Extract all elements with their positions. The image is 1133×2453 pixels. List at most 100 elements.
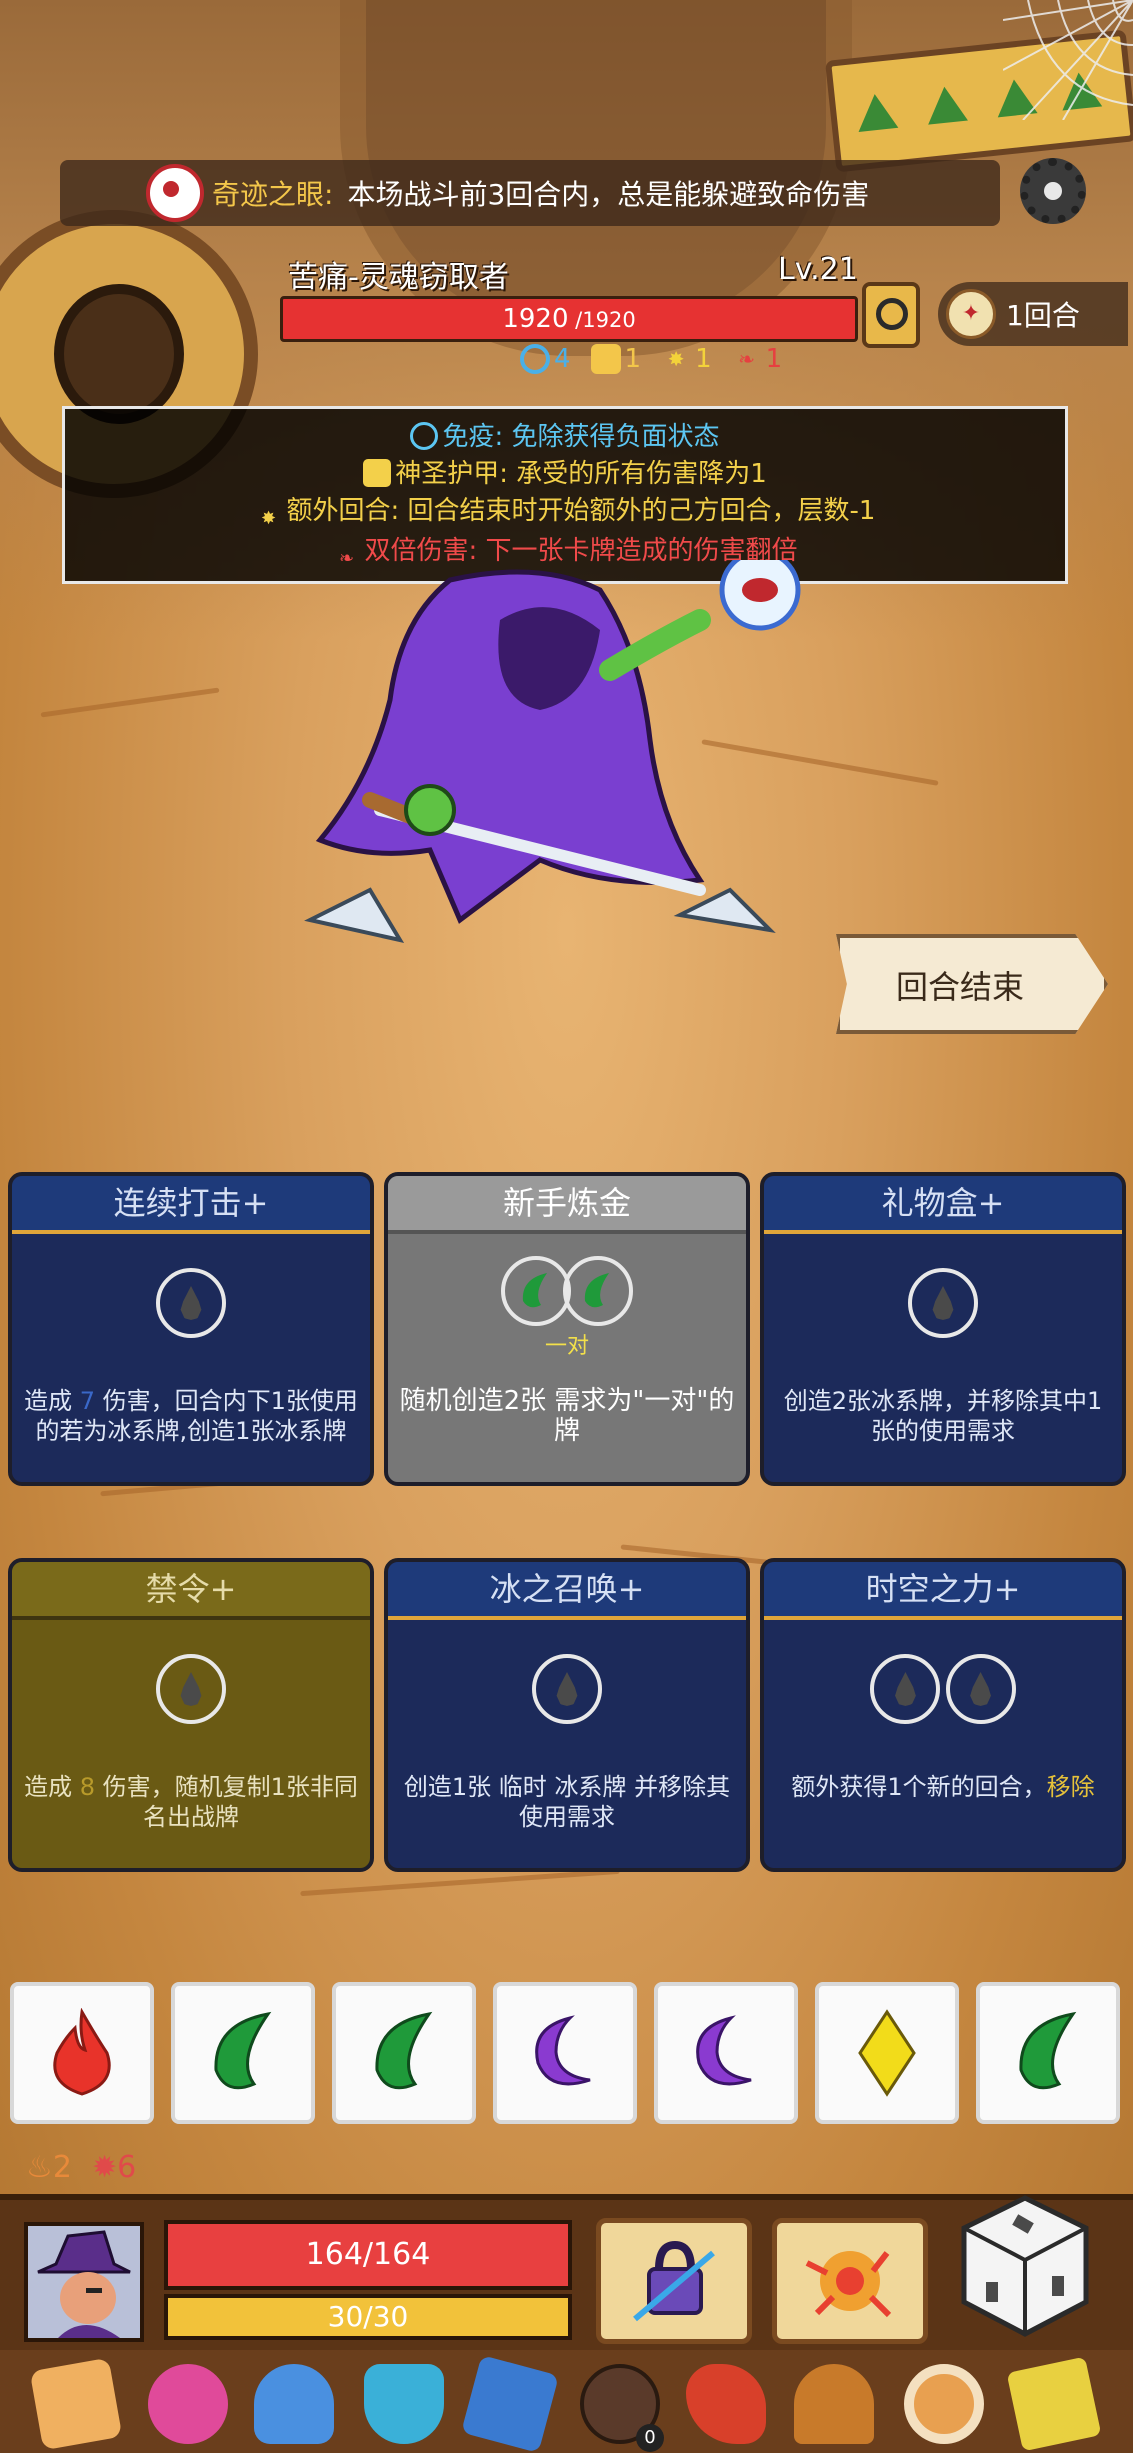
card-novice-alchemy[interactable]: 新手炼金 一对 随机创造2张 需求为"一对"的牌 (384, 1172, 750, 1486)
die-diamond[interactable] (815, 1982, 959, 2124)
flame-relic-icon[interactable] (794, 2364, 874, 2444)
status-line-extra-turn: ✸ 额外回合: 回合结束时开始额外的己方回合，层数-1 (65, 493, 1065, 533)
turn-counter: ✦ 1回合 (938, 282, 1128, 346)
water-drop-icon (180, 1286, 202, 1320)
card-prohibition[interactable]: 禁令+ 造成 8 伤害，随机复制1张非同名出战牌 (8, 1558, 374, 1872)
roll-dice-button[interactable] (956, 2192, 1094, 2340)
soul-thief-wizard-sprite[interactable] (280, 560, 820, 960)
ring-relic-icon[interactable] (904, 2364, 984, 2444)
miracle-eye-icon (146, 164, 204, 222)
card-spacetime-power[interactable]: 时空之力+ 额外获得1个新的回合，移除 (760, 1558, 1126, 1872)
leaf-gem-icon (375, 2011, 433, 2090)
resource-counters: ♨2 ✹6 (26, 2150, 136, 2185)
die-leaf[interactable] (976, 1982, 1120, 2124)
player-mana-bar: 30/30 (164, 2294, 572, 2340)
enemy-level: Lv.21 (778, 252, 858, 287)
card-title: 礼物盒+ (764, 1176, 1122, 1234)
fire-counter-icon: ♨ (26, 2150, 53, 2185)
holy-armor-icon (590, 344, 621, 374)
reroll-burst-button[interactable] (772, 2218, 928, 2344)
button-relic-icon[interactable]: 0 (580, 2364, 664, 2452)
lock-icon (633, 2240, 715, 2322)
pair-label: 一对 (544, 1334, 589, 1359)
card-description: 额外获得1个新的回合，移除 (791, 1773, 1095, 1801)
dice-slot[interactable] (156, 1268, 226, 1338)
pizza-dice-relic-icon[interactable] (29, 2357, 123, 2451)
card-title: 时空之力+ (764, 1562, 1122, 1620)
dice-slot[interactable] (156, 1654, 226, 1724)
lock-dice-button[interactable] (596, 2218, 752, 2344)
extra-turn-icon: ✸ (260, 508, 277, 529)
relic-banner: 奇迹之眼: 本场战斗前3回合内，总是能躲避致命伤害 (60, 160, 1000, 226)
status-extra-turn[interactable]: ✸ 1 (661, 344, 712, 374)
card-ice-summon[interactable]: 冰之召唤+ 创造1张 临时 冰系牌 并移除其使用需求 (384, 1558, 750, 1872)
card-combo-strike[interactable]: 连续打击+ 造成 7 伤害，回合内下1张使用的若为冰系牌,创造1张冰系牌 (8, 1172, 374, 1486)
relic-description: 本场战斗前3回合内，总是能躲避致命伤害 (347, 178, 870, 211)
cobweb-icon (1003, 0, 1133, 120)
blue-shield-relic-icon[interactable] (364, 2364, 444, 2444)
dice-slot[interactable] (870, 1654, 941, 1724)
card-title: 连续打击+ (12, 1176, 370, 1234)
water-drop-icon (895, 1672, 916, 1706)
end-turn-button[interactable]: 回合结束 (836, 934, 1108, 1034)
status-tooltip-panel: 免疫: 免除获得负面状态 神圣护甲: 承受的所有伤害降为1 ✸ 额外回合: 回合结… (62, 406, 1068, 584)
double-damage-icon: ❧ (738, 347, 756, 371)
status-count: 4 (554, 344, 571, 374)
map-relic-icon[interactable] (1006, 2356, 1102, 2452)
immunity-icon (520, 344, 550, 374)
status-line-immunity: 免疫: 免除获得负面状态 (65, 419, 1065, 456)
burst-counter-icon: ✹ (92, 2150, 118, 2185)
card-title: 冰之召唤+ (388, 1562, 746, 1620)
card-title: 禁令+ (12, 1562, 370, 1620)
remove-keyword: 移除 (1046, 1773, 1095, 1801)
card-description: 创造1张 临时 冰系牌 并移除其使用需求 (403, 1773, 731, 1831)
enemy-status-row[interactable]: 4 1 ✸ 1 ❧ 1 (520, 344, 782, 374)
die-leaf[interactable] (171, 1982, 315, 2124)
scroll-icon: ✦ (946, 289, 996, 339)
player-hp-bar: 164/164 (164, 2220, 572, 2290)
card-description: 造成 7 伤害，回合内下1张使用的若为冰系牌,创造1张冰系牌 (24, 1387, 358, 1445)
leaf-slot-icon[interactable] (562, 1256, 633, 1326)
status-double-damage[interactable]: ❧ 1 (732, 344, 782, 374)
relic-name: 奇迹之眼: (212, 178, 334, 211)
dice-slot[interactable] (908, 1268, 978, 1338)
inspect-enemy-button[interactable] (862, 282, 920, 348)
diamond-gem-icon (858, 2009, 916, 2097)
damage-value: 7 (79, 1387, 95, 1415)
pink-orb-relic-icon[interactable] (148, 2364, 228, 2444)
enemy-hp-max: /1920 (568, 308, 636, 332)
holy-armor-icon (363, 459, 392, 487)
dice-slot[interactable] (532, 1654, 602, 1724)
die-moon[interactable] (493, 1982, 637, 2124)
fire-counter: ♨2 (26, 2150, 72, 2185)
card-gift-box[interactable]: 礼物盒+ 创造2张冰系牌，并移除其中1张的使用需求 (760, 1172, 1126, 1486)
die-leaf[interactable] (332, 1982, 476, 2124)
settings-gear-icon[interactable] (1020, 158, 1086, 224)
card-description: 造成 8 伤害，随机复制1张非同名出战牌 (24, 1773, 358, 1831)
mushroom-relic-icon[interactable] (254, 2364, 334, 2444)
status-count: 1 (695, 344, 712, 374)
status-immunity[interactable]: 4 (520, 344, 571, 374)
damage-value: 8 (79, 1773, 95, 1801)
status-count: 1 (624, 344, 642, 374)
leaf-gem-icon (1019, 2011, 1077, 2090)
die-moon[interactable] (654, 1982, 798, 2124)
dice-tray (10, 1982, 1120, 2124)
card-description: 随机创造2张 需求为"一对"的牌 (399, 1386, 735, 1446)
dice-slot[interactable] (945, 1654, 1016, 1724)
extra-turn-icon: ✸ (667, 347, 685, 371)
enemy-name: 苦痛-灵魂窃取者 (288, 260, 509, 295)
turn-counter-label: 1回合 (1006, 299, 1080, 332)
card-description: 创造2张冰系牌，并移除其中1张的使用需求 (783, 1387, 1103, 1445)
water-drop-icon (180, 1672, 202, 1706)
burst-counter: ✹6 (92, 2150, 137, 2185)
status-line-holy-armor: 神圣护甲: 承受的所有伤害降为1 (65, 456, 1065, 493)
status-holy-armor[interactable]: 1 (590, 344, 642, 374)
explosion-icon (805, 2251, 892, 2318)
red-dragon-relic-icon[interactable] (686, 2364, 766, 2444)
die-fire[interactable] (10, 1982, 154, 2124)
leaf-slot-icon[interactable] (501, 1256, 572, 1326)
blue-potion-relic-icon[interactable] (461, 2355, 559, 2453)
relic-inventory-strip: 0 (0, 2350, 1133, 2453)
player-portrait-avatar[interactable] (24, 2222, 144, 2342)
